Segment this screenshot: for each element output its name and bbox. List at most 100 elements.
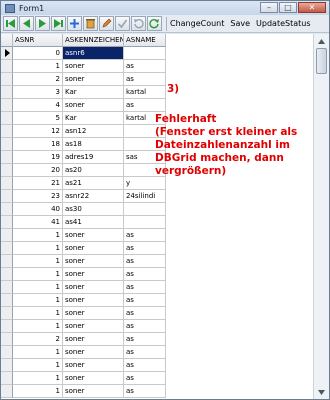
- cell-asnr[interactable]: 23: [13, 190, 63, 203]
- row-indicator-cell[interactable]: [1, 307, 13, 320]
- cell-asnr[interactable]: 1: [13, 320, 63, 333]
- table-row[interactable]: 41 as41: [1, 216, 313, 229]
- cell-askennzeichen[interactable]: soner: [63, 268, 124, 281]
- delete-record-button[interactable]: [83, 16, 98, 31]
- save-button[interactable]: Save: [230, 19, 250, 28]
- vertical-scrollbar[interactable]: [313, 34, 329, 399]
- row-indicator-cell[interactable]: [1, 281, 13, 294]
- insert-record-button[interactable]: [67, 16, 82, 31]
- table-row[interactable]: 1 soner as: [1, 255, 313, 268]
- cell-askennzeichen[interactable]: as41: [63, 216, 124, 229]
- cell-asname[interactable]: as: [124, 255, 166, 268]
- refresh-button[interactable]: [147, 16, 162, 31]
- table-row[interactable]: 1 soner as: [1, 229, 313, 242]
- row-indicator-cell[interactable]: [1, 125, 13, 138]
- update-status-button[interactable]: UpdateStatus: [256, 19, 310, 28]
- table-row[interactable]: 40 as30: [1, 203, 313, 216]
- row-indicator-cell[interactable]: [1, 346, 13, 359]
- cell-askennzeichen[interactable]: soner: [63, 60, 124, 73]
- cell-asname[interactable]: as: [124, 385, 166, 398]
- cell-asnr[interactable]: 1: [13, 255, 63, 268]
- cell-asname[interactable]: kartal: [124, 86, 166, 99]
- post-record-button[interactable]: [115, 16, 130, 31]
- table-row[interactable]: 23 asnr22 24silindi: [1, 190, 313, 203]
- table-row[interactable]: 1 soner as: [1, 307, 313, 320]
- cell-asname[interactable]: as: [124, 346, 166, 359]
- row-indicator-cell[interactable]: [1, 372, 13, 385]
- cancel-edit-button[interactable]: [131, 16, 146, 31]
- cell-asnr[interactable]: 4: [13, 99, 63, 112]
- row-indicator-cell[interactable]: [1, 268, 13, 281]
- row-indicator-cell[interactable]: [1, 385, 13, 398]
- last-record-button[interactable]: [51, 16, 66, 31]
- row-indicator-cell[interactable]: [1, 73, 13, 86]
- row-indicator-cell[interactable]: [1, 229, 13, 242]
- cell-askennzeichen[interactable]: soner: [63, 372, 124, 385]
- table-row[interactable]: 1 soner as: [1, 346, 313, 359]
- cell-askennzeichen[interactable]: soner: [63, 73, 124, 86]
- row-indicator-cell[interactable]: [1, 216, 13, 229]
- scroll-track[interactable]: [314, 48, 329, 385]
- table-row[interactable]: 2 soner as: [1, 73, 313, 86]
- table-row[interactable]: 3 Kar kartal: [1, 86, 313, 99]
- row-indicator-cell[interactable]: [1, 203, 13, 216]
- row-indicator-cell[interactable]: [1, 177, 13, 190]
- cell-asnr[interactable]: 1: [13, 229, 63, 242]
- table-row[interactable]: 1 soner as: [1, 294, 313, 307]
- edit-record-button[interactable]: [99, 16, 114, 31]
- cell-askennzeichen[interactable]: asn12: [63, 125, 124, 138]
- cell-asnr[interactable]: 20: [13, 164, 63, 177]
- row-indicator-cell[interactable]: [1, 138, 13, 151]
- cell-asnr[interactable]: 1: [13, 385, 63, 398]
- minimize-button[interactable]: –: [260, 2, 278, 13]
- cell-askennzeichen[interactable]: asnr6: [63, 47, 124, 60]
- cell-asname[interactable]: as: [124, 294, 166, 307]
- cell-askennzeichen[interactable]: asnr22: [63, 190, 124, 203]
- cell-asnr[interactable]: 1: [13, 307, 63, 320]
- cell-asnr[interactable]: 12: [13, 125, 63, 138]
- cell-asname[interactable]: y: [124, 177, 166, 190]
- cell-asname[interactable]: as: [124, 99, 166, 112]
- cell-asnr[interactable]: 2: [13, 333, 63, 346]
- cell-askennzeichen[interactable]: soner: [63, 333, 124, 346]
- row-indicator-cell[interactable]: [1, 47, 13, 60]
- column-header-asnr[interactable]: ASNR: [13, 34, 63, 47]
- row-indicator-cell[interactable]: [1, 255, 13, 268]
- table-row[interactable]: 1 soner as: [1, 242, 313, 255]
- cell-asname[interactable]: [124, 47, 166, 60]
- cell-asnr[interactable]: 2: [13, 73, 63, 86]
- cell-asname[interactable]: as: [124, 372, 166, 385]
- table-row[interactable]: 1 soner as: [1, 385, 313, 398]
- row-indicator-cell[interactable]: [1, 112, 13, 125]
- cell-asname[interactable]: 24silindi: [124, 190, 166, 203]
- change-count-button[interactable]: ChangeCount: [170, 19, 224, 28]
- prior-record-button[interactable]: [19, 16, 34, 31]
- cell-asname[interactable]: as: [124, 229, 166, 242]
- cell-askennzeichen[interactable]: soner: [63, 385, 124, 398]
- cell-askennzeichen[interactable]: adres19: [63, 151, 124, 164]
- cell-askennzeichen[interactable]: soner: [63, 255, 124, 268]
- cell-asnr[interactable]: 40: [13, 203, 63, 216]
- cell-asnr[interactable]: 1: [13, 242, 63, 255]
- table-row[interactable]: 1 soner as: [1, 359, 313, 372]
- cell-asname[interactable]: as: [124, 333, 166, 346]
- cell-asname[interactable]: as: [124, 320, 166, 333]
- table-row[interactable]: 1 soner as: [1, 268, 313, 281]
- dbgrid[interactable]: ASNR ASKENNZEICHEN ASNAME 0 asnr6 1 soner as…: [1, 34, 329, 399]
- row-indicator-cell[interactable]: [1, 320, 13, 333]
- row-indicator-cell[interactable]: [1, 60, 13, 73]
- cell-asnr[interactable]: 1: [13, 281, 63, 294]
- row-indicator-cell[interactable]: [1, 99, 13, 112]
- table-row[interactable]: 1 soner as: [1, 372, 313, 385]
- cell-asname[interactable]: as: [124, 307, 166, 320]
- cell-askennzeichen[interactable]: Kar: [63, 86, 124, 99]
- table-row[interactable]: 4 soner as: [1, 99, 313, 112]
- cell-asnr[interactable]: 5: [13, 112, 63, 125]
- close-button[interactable]: ✕: [298, 2, 326, 13]
- cell-askennzeichen[interactable]: soner: [63, 229, 124, 242]
- cell-asname[interactable]: [124, 203, 166, 216]
- maximize-button[interactable]: □: [279, 2, 297, 13]
- row-indicator-cell[interactable]: [1, 151, 13, 164]
- cell-askennzeichen[interactable]: as20: [63, 164, 124, 177]
- cell-asnr[interactable]: 18: [13, 138, 63, 151]
